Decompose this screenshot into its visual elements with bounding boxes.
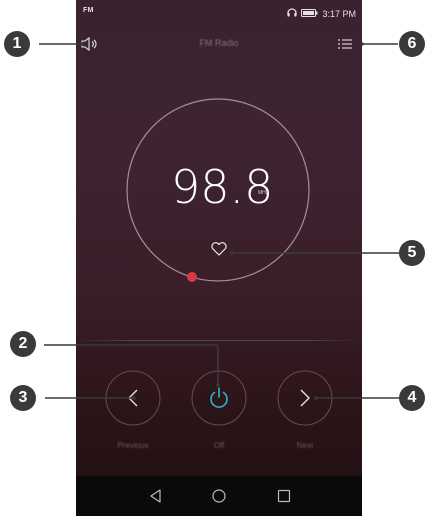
callout-5: 5: [399, 240, 425, 266]
heart-icon: [211, 242, 227, 256]
callout-3: 3: [10, 385, 36, 411]
frequency-value: 98.8: [171, 160, 274, 214]
clock: 3:17 PM: [322, 8, 356, 19]
chevron-left-icon: [128, 389, 138, 407]
page-title: FM Radio: [199, 38, 239, 48]
status-bar: FM 3:17 PM: [76, 0, 362, 22]
previous-label: Previous: [117, 441, 149, 450]
chevron-right-icon: [300, 389, 310, 407]
next-button[interactable]: [276, 369, 334, 427]
callout-1: 1: [4, 31, 30, 57]
menu-button[interactable]: [336, 35, 356, 53]
home-icon[interactable]: [211, 488, 227, 504]
frequency-unit: MHz: [258, 190, 269, 196]
callout-2: 2: [10, 331, 36, 357]
favorite-button[interactable]: [209, 240, 229, 258]
divider: [76, 340, 362, 341]
callout-4: 4: [399, 385, 425, 411]
battery-icon: [301, 8, 318, 19]
power-icon: [210, 387, 228, 408]
recents-icon[interactable]: [276, 488, 292, 504]
previous-button[interactable]: [104, 369, 162, 427]
headphones-icon: [287, 8, 298, 19]
callout-6: 6: [399, 31, 425, 57]
app-indicator: FM: [83, 7, 94, 14]
power-label: Off: [213, 441, 225, 450]
phone-screen: FM 3:17 PM FM Radio 98.8 MHz Previous Of…: [76, 0, 362, 516]
next-label: Next: [296, 441, 314, 450]
title-bar: FM Radio: [76, 30, 362, 58]
status-icons: 3:17 PM: [287, 8, 356, 19]
back-icon[interactable]: [148, 488, 164, 504]
annotated-screenshot: FM 3:17 PM FM Radio 98.8 MHz Previous Of…: [0, 0, 427, 516]
list-menu-icon: [338, 39, 352, 49]
navigation-bar: [76, 476, 362, 516]
power-button[interactable]: [190, 369, 248, 427]
tuning-marker[interactable]: [187, 272, 197, 282]
